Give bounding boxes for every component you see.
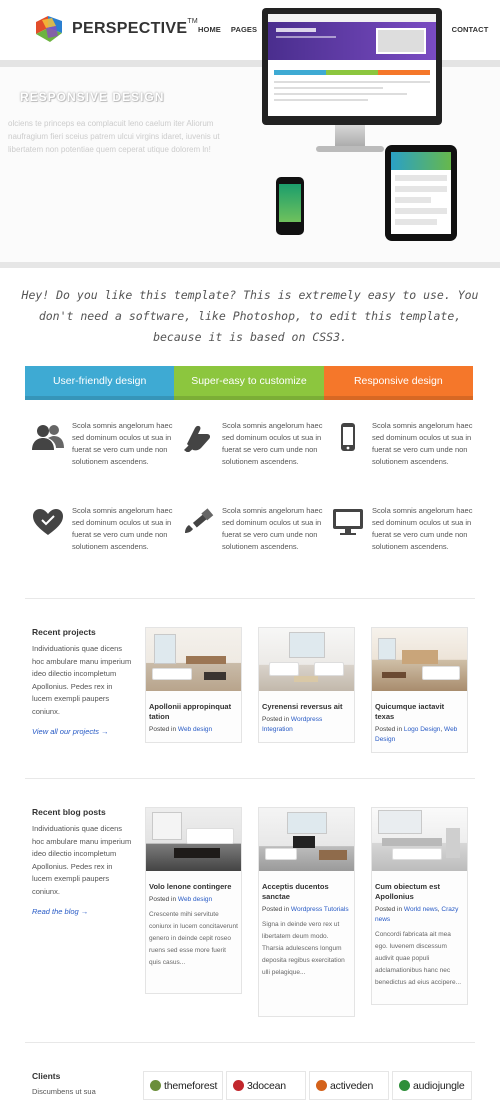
perspective-logo-icon[interactable]: [32, 12, 66, 46]
feature-text: Scola somnis angelorum haec sed dominum …: [372, 421, 473, 466]
feature-text: Scola somnis angelorum haec sed dominum …: [222, 421, 323, 466]
project-meta: Posted in Web design: [149, 726, 213, 733]
blog-image[interactable]: [259, 808, 354, 871]
3docean-icon: [233, 1080, 244, 1091]
feature-tab-2[interactable]: Super-easy to customize: [174, 366, 324, 400]
blog-card[interactable]: Acceptis ducentos sanctae Posted in Word…: [258, 807, 355, 1017]
project-card[interactable]: Cyrenensi reversus ait Posted in Wordpre…: [258, 627, 355, 743]
hero-title: RESPONSIVE DESIGN: [20, 90, 165, 104]
blog-excerpt: Concordi fabricata ait mea ego. Iuvenem …: [375, 931, 461, 986]
nav-link-pages[interactable]: PAGES: [231, 25, 257, 34]
themeforest-icon: [150, 1080, 161, 1091]
activeden-icon: [316, 1080, 327, 1091]
clients-title: Clients: [32, 1071, 61, 1081]
brand-name[interactable]: PERSPECTIVETM: [72, 18, 199, 38]
blog-title[interactable]: Volo lenone contingere: [149, 882, 238, 892]
blog-card[interactable]: Cum obiectum est Apollonius Posted in Wo…: [371, 807, 468, 1005]
feature-text: Scola somnis angelorum haec sed dominum …: [72, 506, 173, 551]
mobile-phone-icon: [331, 422, 365, 452]
recent-projects-description: Individuationis quae dicens hoc ambulare…: [32, 644, 132, 716]
blog-title[interactable]: Acceptis ducentos sanctae: [262, 882, 351, 902]
hero-divider: [0, 262, 500, 268]
feature-tabs: User-friendly design Super-easy to custom…: [25, 366, 473, 400]
monitor-stand: [335, 125, 365, 147]
trademark: TM: [187, 18, 199, 25]
read-the-blog-link[interactable]: Read the blog →: [32, 907, 88, 916]
project-image[interactable]: [146, 628, 241, 691]
recent-blog-title: Recent blog posts: [32, 807, 106, 817]
project-title[interactable]: Apollonii appropinquat tation: [149, 702, 238, 722]
hand-pointer-icon: [181, 422, 215, 453]
tablet-image: [385, 145, 457, 241]
section-divider: [25, 1042, 475, 1043]
blog-meta: Posted in Web design: [149, 896, 213, 903]
client-logo-3docean[interactable]: 3docean: [226, 1071, 306, 1100]
project-image[interactable]: [372, 628, 467, 691]
hero-text: olciens te princeps ea complacuit leno c…: [8, 119, 220, 154]
nav-link-home[interactable]: HOME: [198, 25, 221, 34]
client-logo-audiojungle[interactable]: audiojungle: [392, 1071, 472, 1100]
users-icon: [31, 422, 65, 452]
project-image[interactable]: [259, 628, 354, 691]
project-title[interactable]: Cyrenensi reversus ait: [262, 702, 351, 712]
feature-text: Scola somnis angelorum haec sed dominum …: [222, 506, 323, 551]
section-divider: [25, 778, 475, 779]
view-all-projects-link[interactable]: View all our projects →: [32, 727, 109, 736]
blog-meta: Posted in Wordpress Tutorials: [262, 906, 349, 913]
category-link[interactable]: Web design: [178, 896, 212, 903]
client-logo-activeden[interactable]: activeden: [309, 1071, 389, 1100]
project-title[interactable]: Quicumque iactavit texas: [375, 702, 464, 722]
project-meta: Posted in Wordpress Integration: [262, 716, 323, 733]
audiojungle-icon: [399, 1080, 410, 1091]
project-meta: Posted in Logo Design, Web Design: [375, 726, 458, 743]
blog-excerpt: Signa in deinde vero rex ut libertatem d…: [262, 921, 345, 976]
blog-card[interactable]: Volo lenone contingere Posted in Web des…: [145, 807, 242, 994]
smartphone-image: [276, 177, 304, 235]
client-name: themeforest: [164, 1079, 218, 1092]
client-name: 3docean: [247, 1079, 286, 1092]
desktop-monitor-image: [262, 8, 442, 125]
category-link[interactable]: Logo Design: [404, 726, 441, 733]
project-card[interactable]: Apollonii appropinquat tation Posted in …: [145, 627, 242, 743]
monitor-icon: [331, 507, 365, 537]
intro-text: Hey! Do you like this template? This is …: [21, 288, 479, 344]
section-divider: [25, 598, 475, 599]
client-logo-themeforest[interactable]: themeforest: [143, 1071, 223, 1100]
blog-excerpt: Crescente mihi servitute coniunx in luce…: [149, 911, 238, 966]
brand-text: PERSPECTIVE: [72, 20, 188, 37]
blog-meta: Posted in World news, Crazy news: [375, 906, 459, 923]
monitor-base: [316, 146, 384, 152]
blog-image[interactable]: [146, 808, 241, 871]
nav-link-contact[interactable]: CONTACT: [452, 25, 489, 34]
client-name: audiojungle: [413, 1079, 465, 1092]
recent-blog-description: Individuationis quae dicens hoc ambulare…: [32, 824, 132, 896]
clients-description: Discumbens ut sua: [32, 1087, 96, 1096]
feature-text: Scola somnis angelorum haec sed dominum …: [72, 421, 173, 466]
client-name: activeden: [330, 1079, 374, 1092]
paint-brush-icon: [181, 507, 215, 537]
blog-title[interactable]: Cum obiectum est Apollonius: [375, 882, 464, 902]
category-link[interactable]: World news: [404, 906, 438, 913]
feature-tab-1[interactable]: User-friendly design: [25, 366, 175, 400]
feature-tab-3[interactable]: Responsive design: [323, 366, 473, 400]
category-link[interactable]: Web design: [178, 726, 212, 733]
heart-icon: [31, 507, 65, 537]
feature-text: Scola somnis angelorum haec sed dominum …: [372, 506, 473, 551]
project-card[interactable]: Quicumque iactavit texas Posted in Logo …: [371, 627, 468, 753]
category-link[interactable]: Wordpress Tutorials: [291, 906, 349, 913]
blog-image[interactable]: [372, 808, 467, 871]
recent-projects-title: Recent projects: [32, 627, 96, 637]
